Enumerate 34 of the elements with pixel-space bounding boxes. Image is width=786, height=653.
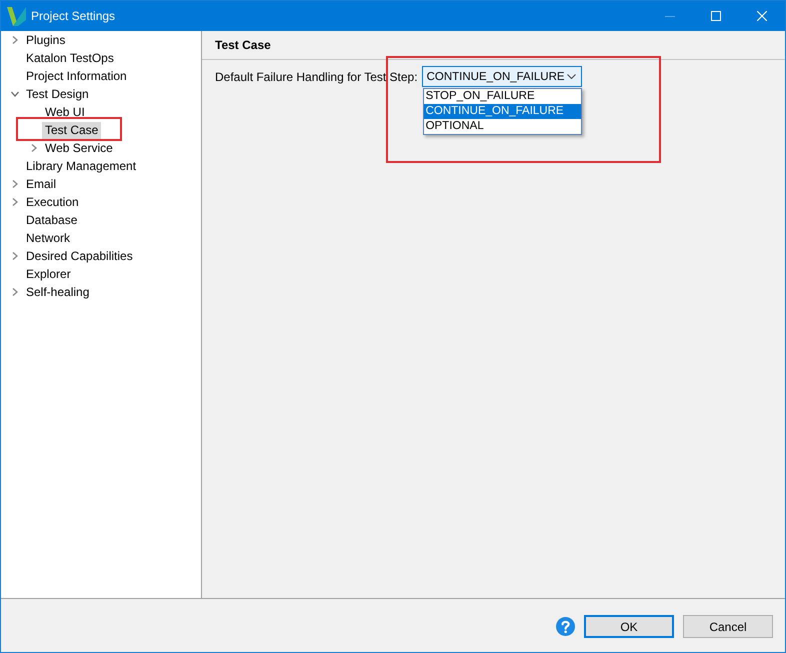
tree-item[interactable]: Library Management	[23, 158, 140, 174]
tree-item[interactable]: Project Information	[23, 68, 130, 84]
expanded-chevron-icon[interactable]	[10, 90, 18, 98]
close-icon	[757, 11, 767, 21]
tree-item[interactable]: Web Service	[42, 140, 116, 156]
tree-item[interactable]: Database	[23, 212, 80, 228]
tree-item[interactable]: Execution	[23, 194, 82, 210]
collapsed-chevron-icon[interactable]	[10, 252, 18, 260]
caret-icon	[566, 74, 576, 79]
tree-item[interactable]: Email	[23, 176, 60, 192]
tree-item[interactable]: Katalon TestOps	[23, 50, 117, 66]
collapsed-chevron-icon[interactable]	[10, 36, 18, 44]
dropdown-option[interactable]: CONTINUE_ON_FAILURE	[424, 104, 581, 119]
dropdown-option[interactable]: STOP_ON_FAILURE	[424, 89, 581, 104]
help-icon[interactable]	[556, 617, 575, 636]
cancel-button[interactable]: Cancel	[683, 615, 773, 638]
collapsed-chevron-icon[interactable]	[10, 198, 18, 206]
collapsed-chevron-icon[interactable]	[30, 144, 38, 152]
tree-item[interactable]: Plugins	[23, 32, 68, 48]
collapsed-chevron-icon[interactable]	[10, 180, 18, 188]
window-title: Project Settings	[31, 9, 116, 23]
tree-item[interactable]: Web UI	[42, 104, 88, 120]
tree-item[interactable]: Self-healing	[23, 284, 92, 300]
dropdown-option[interactable]: OPTIONAL	[424, 119, 581, 134]
tree-item[interactable]: Explorer	[23, 266, 74, 282]
app-logo-icon	[7, 6, 26, 26]
maximize-icon	[711, 11, 721, 21]
tree-item[interactable]: Network	[23, 230, 74, 246]
tree-item[interactable]: Test Design	[23, 86, 92, 102]
tree-item[interactable]: Desired Capabilities	[23, 248, 136, 264]
collapsed-chevron-icon[interactable]	[10, 288, 18, 296]
ok-button[interactable]: OK	[584, 615, 674, 638]
tree-item[interactable]: Test Case	[42, 122, 102, 138]
page-title: Test Case	[202, 31, 785, 60]
